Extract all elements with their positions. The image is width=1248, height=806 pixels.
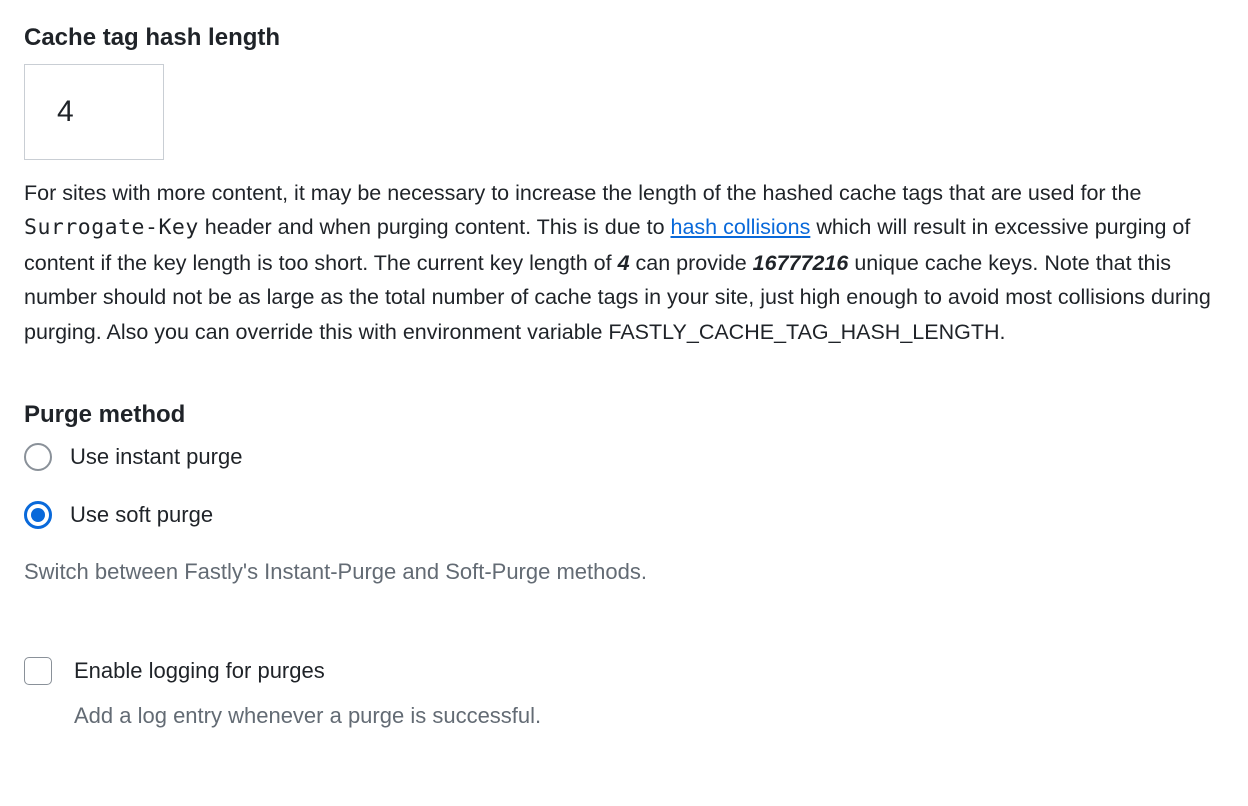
radio-soft-purge[interactable]: Use soft purge (24, 501, 1224, 529)
purge-method-section: Purge method Use instant purge Use soft … (24, 401, 1224, 585)
radio-label-soft: Use soft purge (70, 502, 213, 528)
hash-length-description: For sites with more content, it may be n… (24, 176, 1224, 349)
hash-length-label: Cache tag hash length (24, 24, 1224, 52)
radio-icon (24, 443, 52, 471)
desc-text: can provide (630, 251, 753, 275)
hash-length-input[interactable] (24, 64, 164, 160)
radio-instant-purge[interactable]: Use instant purge (24, 443, 1224, 471)
surrogate-key-text: Surrogate-Key (24, 215, 199, 240)
logging-label: Enable logging for purges (74, 658, 325, 684)
logging-help: Add a log entry whenever a purge is succ… (74, 703, 1224, 729)
logging-section: Enable logging for purges Add a log entr… (24, 657, 1224, 729)
radio-label-instant: Use instant purge (70, 444, 242, 470)
hash-collisions-link[interactable]: hash collisions (671, 215, 811, 239)
purge-radio-group: Use instant purge Use soft purge (24, 443, 1224, 529)
radio-icon (24, 501, 52, 529)
checkbox-icon (24, 657, 52, 685)
current-key-length: 4 (618, 251, 630, 275)
enable-logging-checkbox[interactable]: Enable logging for purges (24, 657, 1224, 685)
purge-method-label: Purge method (24, 401, 1224, 429)
desc-text: For sites with more content, it may be n… (24, 181, 1141, 205)
desc-text: header and when purging content. This is… (199, 215, 671, 239)
hash-length-section: Cache tag hash length For sites with mor… (24, 24, 1224, 349)
unique-keys-count: 16777216 (753, 251, 849, 275)
purge-method-help: Switch between Fastly's Instant-Purge an… (24, 559, 1224, 585)
